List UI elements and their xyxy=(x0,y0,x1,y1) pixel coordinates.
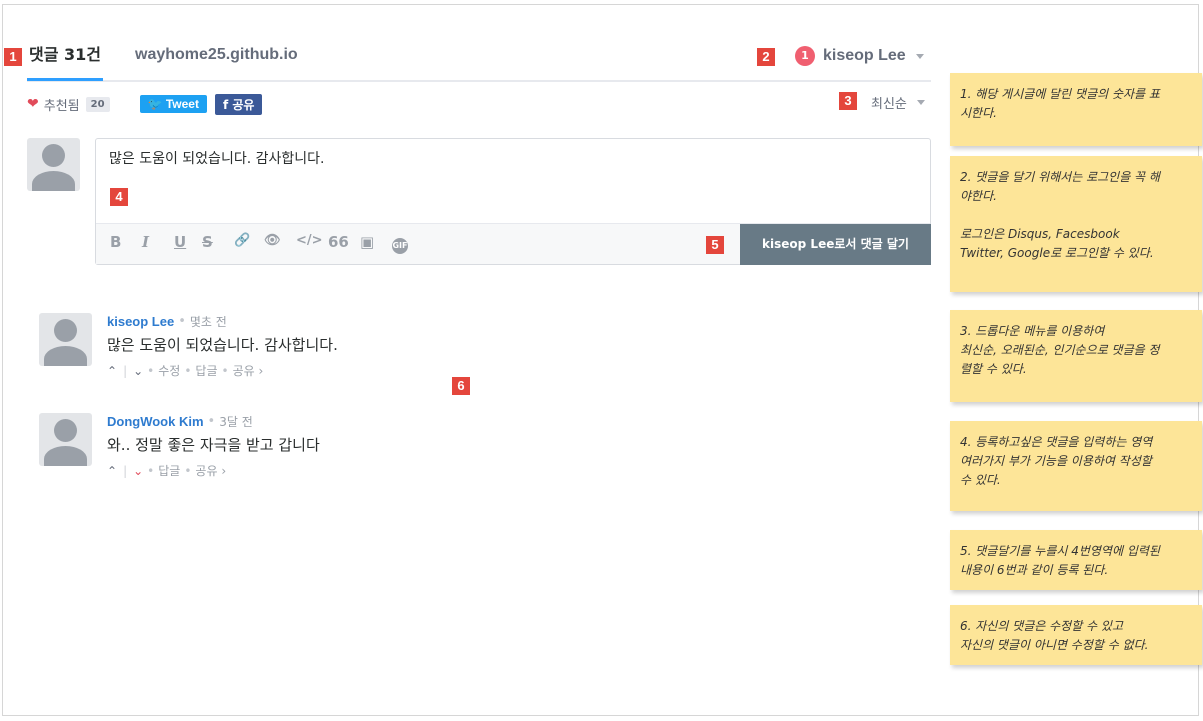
chevron-down-icon xyxy=(915,53,924,59)
comment-editor[interactable]: 많은 도움이 되었습니다. 감사합니다. B I U S 🔗 👁 </> 66 … xyxy=(95,138,931,265)
post-comment-button[interactable]: kiseop Lee로서 댓글 달기 xyxy=(740,224,931,265)
tab-site[interactable]: wayhome25.github.io xyxy=(135,40,298,70)
quote-icon[interactable]: 66 xyxy=(328,233,349,251)
tweet-button[interactable]: 🐦 Tweet xyxy=(139,95,207,113)
gif-icon[interactable]: GIF xyxy=(392,238,408,254)
downvote-icon[interactable]: ⌄ xyxy=(133,364,143,378)
marker-5: 5 xyxy=(706,236,724,254)
comment-text: 많은 도움이 되었습니다. 감사합니다. xyxy=(107,336,338,354)
marker-3: 3 xyxy=(839,92,857,110)
strikethrough-icon[interactable]: S xyxy=(202,233,213,251)
avatar[interactable] xyxy=(39,413,92,466)
share-link[interactable]: 공유 › xyxy=(233,362,264,379)
image-icon[interactable]: ▣ xyxy=(360,233,374,251)
avatar xyxy=(27,138,80,191)
note-1: 1. 해당 게시글에 달린 댓글의 숫자를 표 시한다. xyxy=(950,73,1202,146)
note-5: 5. 댓글달기를 누를시 4번영역에 입력된 내용이 6번과 같이 등록 된다. xyxy=(950,530,1202,590)
avatar[interactable] xyxy=(39,313,92,366)
italic-icon[interactable]: I xyxy=(142,233,149,251)
note-4: 4. 등록하고싶은 댓글을 입력하는 영역 여러가지 부가 기능을 이용하여 작… xyxy=(950,421,1202,511)
reply-link[interactable]: 답글 xyxy=(158,462,180,479)
marker-4: 4 xyxy=(110,188,128,206)
bold-icon[interactable]: B xyxy=(110,233,121,251)
share-link[interactable]: 공유 › xyxy=(195,462,226,479)
spoiler-icon[interactable]: 👁 xyxy=(264,233,281,248)
reply-link[interactable]: 답글 xyxy=(195,362,217,379)
note-2: 2. 댓글을 달기 위해서는 로그인을 꼭 해 야한다. 로그인은 Disqus… xyxy=(950,156,1202,292)
comment-time[interactable]: 3달 전 xyxy=(219,413,253,430)
sort-dropdown[interactable]: 최신순 xyxy=(871,93,925,112)
tweet-label: Tweet xyxy=(165,97,199,111)
tab-comment-count[interactable]: 댓글 31건 xyxy=(27,40,103,81)
marker-1: 1 xyxy=(4,48,22,66)
facebook-share-button[interactable]: f 공유 xyxy=(214,93,263,115)
edit-link[interactable]: 수정 xyxy=(158,362,180,379)
underline-icon[interactable]: U xyxy=(174,233,186,251)
marker-2: 2 xyxy=(757,48,775,66)
user-menu[interactable]: 1 kiseop Lee xyxy=(795,44,924,68)
chevron-down-icon xyxy=(916,100,925,105)
upvote-icon[interactable]: ⌃ xyxy=(107,464,117,478)
editor-input[interactable]: 많은 도움이 되었습니다. 감사합니다. xyxy=(109,148,324,168)
user-name: kiseop Lee xyxy=(823,47,906,64)
recommend-label[interactable]: 추천됨 xyxy=(44,95,80,114)
note-3: 3. 드롭다운 메뉴를 이용하여 최신순, 오래된순, 인기순으로 댓글을 정 … xyxy=(950,310,1202,402)
note-6: 6. 자신의 댓글은 수정할 수 있고 자신의 댓글이 아니면 수정할 수 없다… xyxy=(950,605,1202,665)
code-icon[interactable]: </> xyxy=(296,233,323,248)
marker-6: 6 xyxy=(452,377,470,395)
comment-text: 와.. 정말 좋은 자극을 받고 갑니다 xyxy=(107,436,320,454)
notification-badge[interactable]: 1 xyxy=(795,46,815,66)
actions-row: ❤ 추천됨 20 🐦 Tweet f 공유 xyxy=(27,93,263,115)
editor-toolbar: B I U S 🔗 👁 </> 66 ▣ GIF kiseop Lee로서 댓글… xyxy=(96,223,931,265)
heart-icon[interactable]: ❤ xyxy=(27,96,39,112)
comment-author[interactable]: kiseop Lee xyxy=(107,314,174,329)
link-icon[interactable]: 🔗 xyxy=(234,233,250,248)
recommend-count: 20 xyxy=(85,96,110,112)
sort-label: 최신순 xyxy=(871,97,907,112)
downvote-icon[interactable]: ⌄ xyxy=(133,464,143,478)
comment-time[interactable]: 몇초 전 xyxy=(190,313,227,330)
comment-author[interactable]: DongWook Kim xyxy=(107,414,204,429)
upvote-icon[interactable]: ⌃ xyxy=(107,364,117,378)
